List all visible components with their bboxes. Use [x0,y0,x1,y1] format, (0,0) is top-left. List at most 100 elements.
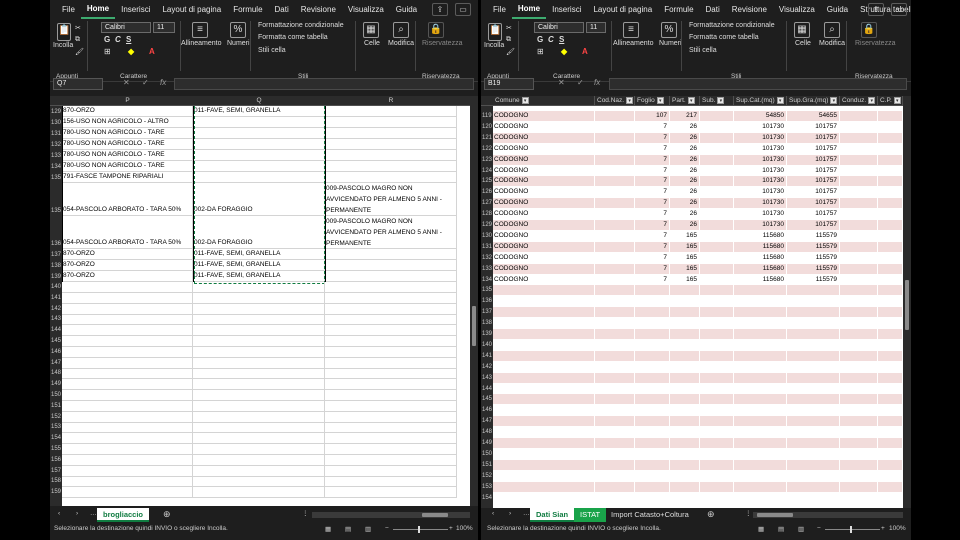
cell-p[interactable]: 870-ORZO [62,106,193,117]
cell[interactable] [193,400,325,412]
cell[interactable] [325,379,457,391]
cell[interactable] [635,470,670,482]
row-number[interactable]: 131 [481,242,493,253]
cell[interactable] [595,427,635,439]
cell-p[interactable]: 26 [670,209,700,221]
cell[interactable] [670,492,700,504]
cell[interactable] [670,394,700,406]
cell-c[interactable]: CODOGNO [493,220,595,231]
cell[interactable] [734,427,787,439]
table-header-6[interactable]: Sup.Gra.(mq) ▾ [787,96,840,106]
search-icon[interactable]: ⌕ [393,22,409,38]
cell[interactable] [700,394,734,406]
filter-dropdown-icon[interactable]: ▾ [521,96,529,104]
cell[interactable] [493,383,595,395]
cell-s2[interactable]: 101757 [787,121,840,133]
cell[interactable] [700,372,734,384]
cell[interactable] [878,383,903,395]
row-number[interactable]: 145 [481,394,493,405]
cell[interactable] [878,285,903,297]
cell-s1[interactable]: 101730 [734,176,787,188]
row-number[interactable]: 143 [50,314,62,325]
sheet-tab-brogliaccio[interactable]: brogliaccio [97,508,150,522]
cell-empty[interactable] [595,220,635,231]
cell[interactable] [878,459,903,471]
confirm-icon[interactable]: ✓ [142,78,149,87]
cell[interactable] [62,400,193,412]
cell-empty[interactable] [595,252,635,264]
cell-empty[interactable] [840,241,878,253]
cell-r[interactable] [325,172,457,183]
cell-empty[interactable] [595,230,635,242]
cell-empty[interactable] [700,176,734,188]
cell-f[interactable]: 7 [635,274,670,286]
row-number[interactable]: 139 [481,329,493,340]
cell-s2[interactable]: 101757 [787,165,840,177]
row-number[interactable]: 131 [50,129,62,139]
cell[interactable] [840,383,878,395]
cell-r[interactable] [325,249,457,260]
zoom-out-icon[interactable]: − [817,525,821,532]
cell[interactable] [700,405,734,417]
cell-empty[interactable] [595,176,635,188]
formula-input[interactable] [174,78,474,90]
cell-s2[interactable]: 115579 [787,252,840,264]
cells-label[interactable]: Celle [795,40,811,47]
cell[interactable] [734,361,787,373]
cell[interactable] [193,292,325,304]
cell[interactable] [325,487,457,499]
cell[interactable] [635,416,670,428]
cell[interactable] [595,372,635,384]
row-number[interactable]: 144 [50,325,62,336]
cell[interactable] [635,405,670,417]
cell[interactable] [493,350,595,362]
cell[interactable] [493,339,595,351]
row-number[interactable]: 158 [50,476,62,487]
cell[interactable] [62,303,193,315]
cell[interactable] [700,307,734,319]
chevron-right-icon[interactable]: › [509,510,511,517]
row-number[interactable]: 153 [50,422,62,433]
row-number[interactable]: 120 [481,122,493,133]
cell[interactable] [840,470,878,482]
cell[interactable] [700,285,734,297]
row-number[interactable]: 142 [481,362,493,373]
vertical-scrollbar[interactable] [470,96,478,506]
cell-p[interactable]: 791-FASCE TAMPONE RIPARIALI [62,172,193,183]
cell-s2[interactable]: 115579 [787,263,840,275]
cells-icon[interactable]: ▦ [794,22,810,38]
modify-label[interactable]: Modifica [388,40,414,47]
row-number[interactable]: 136 [50,239,62,249]
function-icon[interactable]: fx [160,78,166,87]
table-header-5[interactable]: Sup.Cat.(mq) ▾ [734,96,787,106]
cell-r[interactable] [325,271,457,282]
cell-f[interactable]: 7 [635,198,670,210]
cell[interactable] [670,481,700,493]
cell[interactable] [193,282,325,293]
filter-dropdown-icon[interactable]: ▾ [776,96,784,104]
cell-s2[interactable]: 101757 [787,198,840,210]
cell-p[interactable]: 165 [670,252,700,264]
row-number[interactable]: 155 [50,444,62,455]
cell-p[interactable]: 165 [670,230,700,242]
row-number[interactable]: 135 [50,206,62,216]
tab-dati[interactable]: Dati [700,0,726,19]
cell[interactable] [595,361,635,373]
cell-empty[interactable] [840,143,878,155]
row-number[interactable]: 148 [50,368,62,379]
row-number[interactable]: 123 [481,155,493,166]
cell-s2[interactable]: 115579 [787,274,840,286]
cell[interactable] [700,459,734,471]
cell[interactable] [325,292,457,304]
tab-inserisci[interactable]: Inserisci [546,0,587,19]
row-number[interactable]: 154 [50,433,62,444]
cell[interactable] [670,339,700,351]
cell-s2[interactable]: 101757 [787,143,840,155]
cell[interactable] [193,465,325,477]
cell[interactable] [734,329,787,340]
cell[interactable] [62,487,193,499]
cell-empty[interactable] [878,252,903,264]
row-number[interactable]: 126 [481,187,493,198]
cell[interactable] [670,427,700,439]
table-header-0[interactable]: Comune ▾ [493,96,595,106]
